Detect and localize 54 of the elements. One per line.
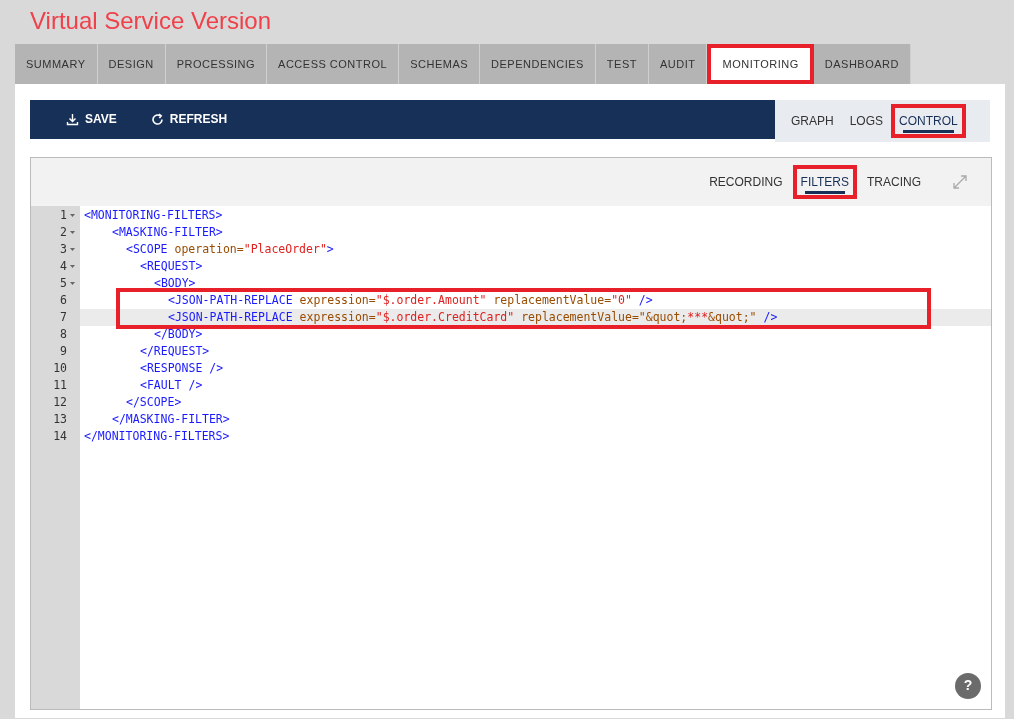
code-line: <REQUEST> [139,257,204,275]
tab[interactable]: AUDIT [649,44,708,84]
editor-tab[interactable]: FILTERS [792,164,857,199]
help-button[interactable]: ? [955,672,981,699]
code-line: </MASKING-FILTER> [111,410,231,428]
code-line: <SCOPE operation="PlaceOrder"> [125,240,335,258]
code-line: <RESPONSE /> [139,359,225,377]
fold-icon[interactable] [69,228,76,236]
tab[interactable]: DESIGN [97,44,166,84]
code-line: </BODY> [153,325,204,343]
code-line: <JSON-PATH-REPLACE expression="$.order.Amount" replacementValue="0" /> [167,291,654,309]
view-tab[interactable]: LOGS [841,103,892,138]
code-line: </SCOPE> [125,393,183,411]
download-icon [66,112,79,126]
view-tab[interactable]: CONTROL [891,103,966,138]
code-line: <BODY> [153,274,197,292]
editor-tab[interactable]: TRACING [859,164,929,199]
tab[interactable]: TEST [595,44,649,84]
tab[interactable]: DASHBOARD [813,44,911,84]
code-line: </REQUEST> [139,342,211,360]
fold-icon[interactable] [69,279,76,287]
line-number: 9 [59,342,68,360]
tab[interactable]: MONITORING [707,44,814,84]
tab[interactable]: PROCESSING [165,44,268,84]
tab[interactable]: ACCESS CONTROL [267,44,400,84]
line-number: 11 [52,376,68,394]
line-number: 2 [31,223,80,241]
refresh-button[interactable]: REFRESH [144,106,234,132]
page-title: Virtual Service Version [30,6,272,36]
line-number: 1 [31,206,80,224]
line-number: 6 [59,291,68,309]
code-line: <MASKING-FILTER> [111,223,224,241]
fold-icon[interactable] [69,262,76,270]
line-number: 14 [52,427,68,445]
line-number: 4 [31,257,80,275]
code-line: </MONITORING-FILTERS> [83,427,231,445]
code-line: <MONITORING-FILTERS> [83,206,224,224]
tab[interactable]: SCHEMAS [399,44,481,84]
line-number: 7 [59,308,68,326]
editor-tab[interactable]: RECORDING [701,164,791,199]
refresh-icon [150,112,164,126]
line-number: 12 [52,393,68,411]
line-number: 10 [52,359,68,377]
tab[interactable]: DEPENDENCIES [480,44,596,84]
tab[interactable]: SUMMARY [15,44,98,84]
line-number: 3 [31,240,80,258]
view-tab[interactable]: GRAPH [783,103,842,138]
fold-icon[interactable] [69,211,76,219]
line-number: 8 [59,325,68,343]
save-button[interactable]: SAVE [60,106,123,132]
fold-icon[interactable] [69,245,76,253]
line-number: 5 [31,274,80,292]
code-line: <FAULT /> [139,376,204,394]
line-number: 13 [52,410,68,428]
